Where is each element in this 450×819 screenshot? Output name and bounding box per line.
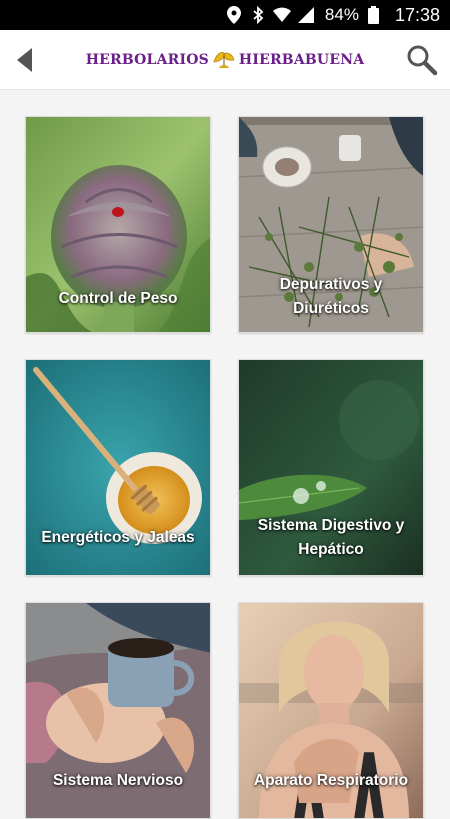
- signal-icon: [297, 6, 315, 24]
- category-tile-control-de-peso[interactable]: Control de Peso: [25, 116, 211, 333]
- category-label: Control de Peso: [58, 290, 178, 307]
- status-bar: 84% 17:38: [0, 0, 450, 30]
- category-label: Sistema Nervioso: [52, 772, 184, 789]
- category-label: Depurativos y Diuréticos: [279, 276, 383, 317]
- category-tile-energeticos-y-jaleas[interactable]: Energéticos y Jaleas: [25, 359, 211, 576]
- category-label: Sistema Digestivo y Hepático: [257, 517, 405, 558]
- wifi-icon: [272, 6, 291, 24]
- category-tile-sistema-digestivo-y-hepatico[interactable]: Sistema Digestivo y Hepático: [238, 359, 424, 576]
- brand-logo: HERBOLARIOS HIERBABUENA: [86, 50, 365, 70]
- clock: 17:38: [394, 4, 440, 25]
- brand-text-right: HIERBABUENA: [238, 51, 365, 68]
- bluetooth-icon: [249, 6, 267, 24]
- category-tile-sistema-nervioso[interactable]: Sistema Nervioso: [25, 602, 211, 819]
- category-tile-aparato-respiratorio[interactable]: Aparato Respiratorio: [238, 602, 424, 819]
- category-label: Aparato Respiratorio: [253, 772, 409, 789]
- app-bar: HERBOLARIOS HIERBABUENA: [0, 30, 450, 90]
- search-icon: [407, 45, 438, 76]
- category-tile-depurativos-y-diureticos[interactable]: Depurativos y Diuréticos: [238, 116, 424, 333]
- brand-text-left: HERBOLARIOS: [85, 51, 209, 68]
- back-arrow-icon: [17, 48, 32, 72]
- category-grid: Control de Peso Depurativos y Diuréticos: [0, 90, 450, 819]
- location-icon: [225, 6, 243, 24]
- leaf-logo-icon: [212, 50, 236, 70]
- battery-percent: 84%: [324, 5, 359, 24]
- search-button[interactable]: [404, 42, 440, 78]
- category-label: Energéticos y Jaleas: [41, 529, 195, 546]
- back-button[interactable]: [8, 44, 40, 76]
- battery-icon: [365, 6, 383, 24]
